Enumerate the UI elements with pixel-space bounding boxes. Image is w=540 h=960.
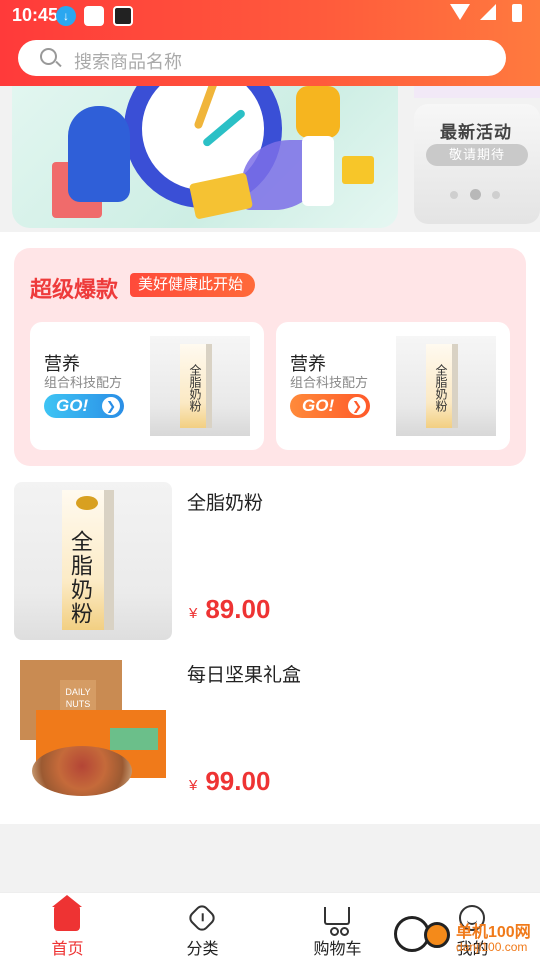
- status-bar: 10:45 ↓: [0, 0, 540, 32]
- product-price: ¥99.00: [189, 766, 271, 796]
- tab-home[interactable]: 首页: [0, 893, 135, 960]
- search-icon: [40, 48, 57, 65]
- go-button[interactable]: GO! ❯: [290, 394, 370, 418]
- category-icon: [186, 902, 218, 934]
- tab-label: 购物车: [313, 941, 362, 958]
- person-illustration-2: [296, 86, 340, 138]
- home-icon: [52, 895, 82, 931]
- wifi-icon: [450, 4, 470, 20]
- product-image: 全脂奶粉: [14, 482, 172, 640]
- signal-icon: [480, 4, 496, 20]
- product-price: ¥89.00: [189, 594, 271, 624]
- product-list: 全脂奶粉 全脂奶粉 ¥89.00 DAILY NUTS 每日坚果礼盒 ¥99.0…: [0, 468, 540, 824]
- promo-banner[interactable]: [12, 86, 398, 228]
- app-notification-icon-2: [113, 6, 133, 26]
- section-title: 超级爆款: [30, 277, 119, 302]
- download-icon: ↓: [56, 6, 76, 26]
- hot-section: 超级爆款 美好健康此开始 营养 组合科技配方 GO! ❯ 全脂奶粉 营养 组合科…: [14, 248, 526, 466]
- promo-card[interactable]: 营养 组合科技配方 GO! ❯ 全脂奶粉: [30, 322, 264, 450]
- watermark-url: danji100.com: [456, 940, 528, 954]
- search-placeholder: 搜索商品名称: [74, 52, 182, 72]
- activity-card[interactable]: 最新活动 敬请期待: [414, 104, 540, 224]
- promo-subtitle: 组合科技配方: [44, 375, 123, 390]
- gift-illustration: [342, 156, 374, 184]
- watermark: 单机100网 danji100.com: [394, 912, 540, 960]
- tab-label: 首页: [51, 941, 84, 958]
- list-item[interactable]: 全脂奶粉 全脂奶粉 ¥89.00: [0, 468, 540, 640]
- section-tag: 美好健康此开始: [130, 273, 256, 297]
- product-image: DAILY NUTS: [14, 654, 172, 812]
- app-notification-icon: [84, 6, 104, 26]
- go-button[interactable]: GO! ❯: [44, 394, 124, 418]
- header: 10:45 ↓ 搜索商品名称: [0, 0, 540, 86]
- carousel-dots: [450, 188, 510, 200]
- person-illustration: [68, 106, 130, 202]
- product-name: 全脂奶粉: [187, 493, 264, 514]
- promo-card[interactable]: 营养 组合科技配方 GO! ❯ 全脂奶粉: [276, 322, 510, 450]
- tab-category[interactable]: 分类: [135, 893, 270, 960]
- tab-label: 分类: [186, 941, 219, 958]
- activity-title: 最新活动: [440, 123, 512, 142]
- watermark-text: 单机100网: [456, 924, 531, 941]
- milk-powder-image: 全脂奶粉: [150, 336, 250, 436]
- activity-pill: 敬请期待: [426, 144, 528, 166]
- product-name: 每日坚果礼盒: [187, 665, 302, 686]
- list-item[interactable]: DAILY NUTS 每日坚果礼盒 ¥99.00: [0, 640, 540, 812]
- promo-subtitle: 组合科技配方: [290, 375, 369, 390]
- status-time: 10:45: [12, 5, 59, 25]
- arrow-right-icon: ❯: [102, 397, 120, 415]
- arrow-right-icon: ❯: [348, 397, 366, 415]
- battery-icon: [512, 4, 522, 22]
- milk-powder-image: 全脂奶粉: [396, 336, 496, 436]
- search-input[interactable]: 搜索商品名称: [18, 40, 506, 76]
- cart-icon: [324, 907, 350, 936]
- tab-cart[interactable]: 购物车: [270, 893, 405, 960]
